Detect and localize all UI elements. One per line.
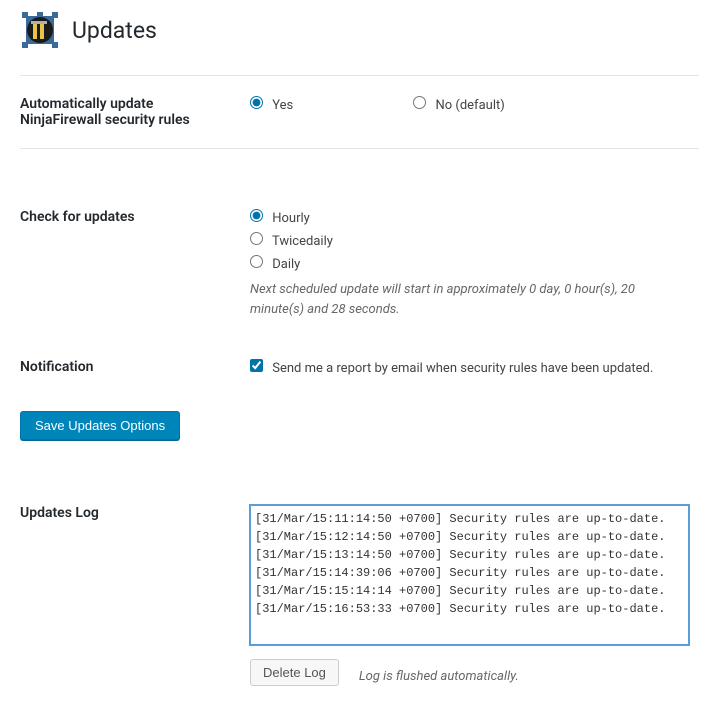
auto-update-yes-label[interactable]: Yes: [250, 96, 293, 113]
next-scheduled-text: Next scheduled update will start in appr…: [250, 280, 689, 319]
auto-update-label: Automatically update NinjaFirewall secur…: [20, 76, 240, 149]
updates-log-textarea[interactable]: [250, 505, 689, 645]
auto-update-no-text: No (default): [435, 98, 504, 113]
save-button[interactable]: Save Updates Options: [20, 411, 180, 440]
auto-update-yes-text: Yes: [272, 98, 293, 113]
check-twicedaily-text: Twicedaily: [272, 234, 333, 249]
notification-checkbox[interactable]: [250, 359, 263, 372]
page-header: Updates: [20, 10, 699, 50]
check-hourly-radio[interactable]: [250, 209, 263, 222]
delete-log-button[interactable]: Delete Log: [250, 659, 339, 686]
check-daily-radio[interactable]: [250, 255, 263, 268]
check-hourly-text: Hourly: [272, 211, 310, 226]
log-flush-note: Log is flushed automatically.: [359, 667, 519, 687]
auto-update-no-label[interactable]: No (default): [413, 96, 505, 113]
updates-log-label: Updates Log: [20, 470, 240, 707]
auto-update-no-radio[interactable]: [413, 96, 426, 109]
notification-label: Notification: [20, 339, 240, 396]
check-twicedaily-label[interactable]: Twicedaily: [250, 232, 689, 249]
notification-text: Send me a report by email when security …: [272, 361, 653, 376]
notification-checkbox-label[interactable]: Send me a report by email when security …: [250, 361, 653, 376]
check-daily-text: Daily: [272, 257, 300, 272]
plugin-logo-icon: [20, 10, 60, 50]
auto-update-yes-radio[interactable]: [250, 96, 263, 109]
check-twicedaily-radio[interactable]: [250, 232, 263, 245]
page-title: Updates: [72, 17, 157, 44]
check-hourly-label[interactable]: Hourly: [250, 209, 689, 226]
check-daily-label[interactable]: Daily: [250, 255, 689, 272]
check-updates-label: Check for updates: [20, 189, 240, 339]
